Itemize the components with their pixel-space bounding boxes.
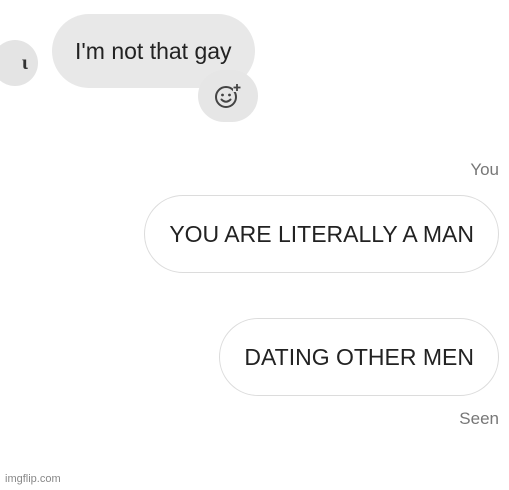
add-reaction-icon	[215, 84, 241, 108]
outgoing-message-bubble[interactable]: YOU ARE LITERALLY A MAN	[144, 195, 499, 273]
chat-thread: ι I'm not that gay You YOU ARE LITERALLY…	[0, 0, 509, 490]
add-reaction-button[interactable]	[198, 70, 258, 122]
sender-label: You	[470, 160, 499, 179]
contact-avatar[interactable]: ι	[0, 40, 38, 86]
incoming-message-text: I'm not that gay	[75, 37, 232, 64]
seen-status: Seen	[459, 409, 499, 428]
outgoing-message-bubble[interactable]: DATING OTHER MEN	[219, 318, 499, 396]
watermark: imgflip.com	[5, 473, 61, 485]
outgoing-message-text: YOU ARE LITERALLY A MAN	[169, 220, 474, 247]
avatar-letter: ι	[21, 51, 28, 74]
outgoing-message-text: DATING OTHER MEN	[244, 343, 474, 370]
